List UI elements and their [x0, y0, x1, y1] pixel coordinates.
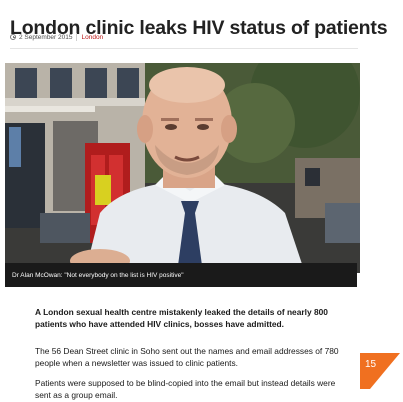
article-lead: A London sexual health centre mistakenly…	[35, 307, 328, 329]
clock-icon	[10, 34, 16, 40]
header-divider	[10, 48, 358, 49]
section-link[interactable]: London	[81, 34, 103, 41]
page-number: 15	[365, 359, 377, 370]
video-player[interactable]	[5, 63, 360, 273]
video-caption: Dr Alan McOwan: "Not everybody on the li…	[5, 263, 357, 287]
article-paragraph: Patients were supposed to be blind-copie…	[35, 378, 336, 400]
article-date: 2 September 2015	[19, 33, 73, 41]
article-paragraph: The 56 Dean Street clinic in Soho sent o…	[35, 346, 339, 368]
video-still	[5, 63, 360, 273]
page-number-badge: 15	[360, 353, 400, 389]
article-meta: 2 September 2015 London	[10, 31, 103, 43]
meta-divider	[76, 33, 78, 41]
